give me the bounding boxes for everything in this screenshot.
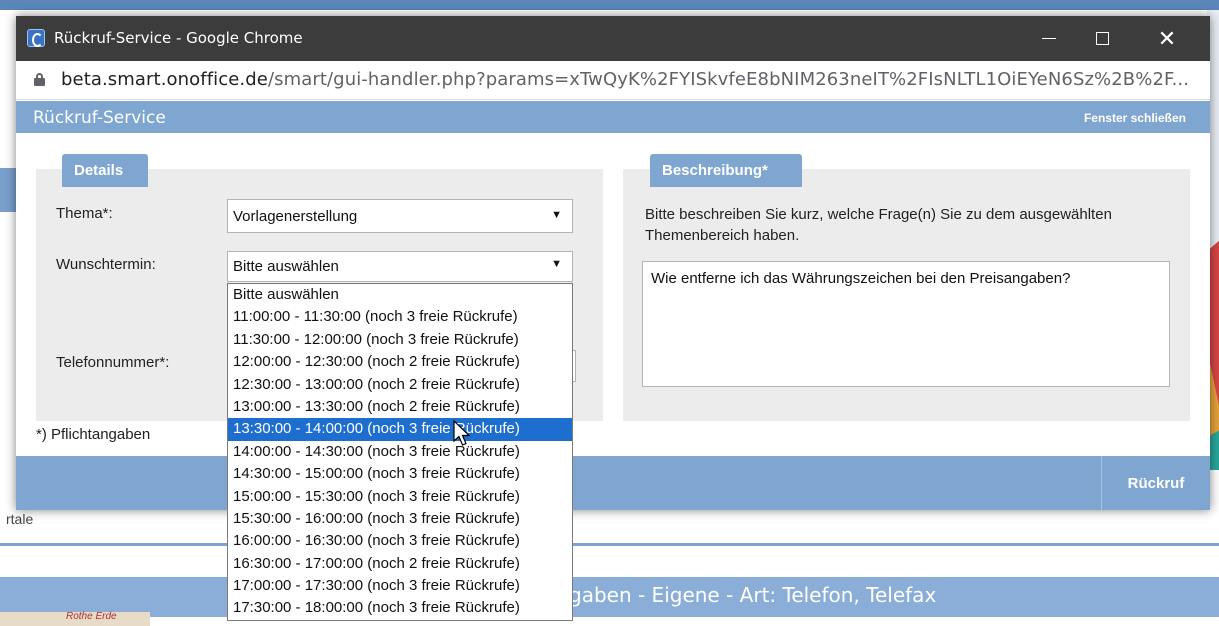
wunschtermin-select[interactable]: Bitte auswählen ▼ <box>227 251 573 282</box>
description-textarea[interactable]: Wie entferne ich das Währungszeichen bei… <box>642 261 1170 387</box>
close-icon: ✕ <box>1157 25 1177 51</box>
wunschtermin-option[interactable]: 14:00:00 - 14:30:00 (noch 3 freie Rückru… <box>228 441 572 463</box>
wunschtermin-option[interactable]: 15:00:00 - 15:30:00 (noch 3 freie Rückru… <box>228 486 572 508</box>
tab-details[interactable]: Details <box>62 154 148 187</box>
dialog-footer: Rückruf <box>16 456 1210 510</box>
background-top-bar <box>0 0 1219 10</box>
wunschtermin-option[interactable]: 11:30:00 - 12:00:00 (noch 3 freie Rückru… <box>228 329 572 351</box>
wunschtermin-option[interactable]: 12:30:00 - 13:00:00 (noch 2 freie Rückru… <box>228 374 572 396</box>
window-title: Rückruf-Service - Google Chrome <box>54 29 303 47</box>
dropdown-arrow-icon: ▼ <box>551 258 562 270</box>
rueckruf-button[interactable]: Rückruf <box>1102 456 1210 510</box>
background-divider <box>0 543 1219 546</box>
wunschtermin-option[interactable]: 16:30:00 - 17:00:00 (noch 2 freie Rückru… <box>228 553 572 575</box>
background-map-label: Rothe Erde <box>66 611 117 622</box>
mouse-cursor-icon <box>453 420 471 446</box>
url-path: /smart/gui-handler.php?params=xTwQyK%2FY… <box>267 69 1190 90</box>
window-titlebar[interactable]: Rückruf-Service - Google Chrome ✕ <box>16 16 1210 61</box>
wunschtermin-selected-value: Bitte auswählen <box>233 258 339 275</box>
maximize-button[interactable] <box>1079 16 1125 61</box>
url-host: beta.smart.onoffice.de <box>61 69 268 90</box>
wunschtermin-option[interactable]: 17:30:00 - 18:00:00 (noch 3 freie Rückru… <box>228 597 572 619</box>
lock-icon <box>34 73 45 86</box>
thema-label: Thema*: <box>56 205 113 222</box>
wunschtermin-option[interactable]: 13:00:00 - 13:30:00 (noch 2 freie Rückru… <box>228 396 572 418</box>
wunschtermin-options-list[interactable]: Bitte auswählen 11:00:00 - 11:30:00 (noch… <box>227 283 573 621</box>
wunschtermin-option[interactable]: 15:30:00 - 16:00:00 (noch 3 freie Rückru… <box>228 508 572 530</box>
close-dialog-link[interactable]: Fenster schließen <box>1084 111 1186 125</box>
wunschtermin-option[interactable]: 12:00:00 - 12:30:00 (noch 2 freie Rückru… <box>228 351 572 373</box>
required-fields-note: *) Pflichtangaben <box>36 426 151 443</box>
thema-select[interactable]: Vorlagenerstellung ▼ <box>227 199 573 233</box>
close-window-button[interactable]: ✕ <box>1144 16 1190 61</box>
description-prompt: Bitte beschreiben Sie kurz, welche Frage… <box>645 206 1112 244</box>
wunschtermin-option[interactable]: 13:30:00 - 14:00:00 (noch 3 freie Rückru… <box>228 418 572 441</box>
wunschtermin-option[interactable]: 16:00:00 - 16:30:00 (noch 3 freie Rückru… <box>228 530 572 552</box>
wunschtermin-option[interactable]: Bitte auswählen <box>228 284 572 306</box>
wunschtermin-label: Wunschtermin: <box>56 256 156 273</box>
minimize-icon <box>1042 38 1056 39</box>
url-text[interactable]: beta.smart.onoffice.de/smart/gui-handler… <box>61 69 1189 90</box>
background-portale-label: rtale <box>6 511 34 527</box>
wunschtermin-option[interactable]: 17:00:00 - 17:30:00 (noch 3 freie Rückru… <box>228 575 572 597</box>
minimize-button[interactable] <box>1026 16 1072 61</box>
wunschtermin-option[interactable]: 11:00:00 - 11:30:00 (noch 3 freie Rückru… <box>228 306 572 328</box>
dialog-title: Rückruf-Service <box>33 108 166 128</box>
address-bar[interactable]: beta.smart.onoffice.de/smart/gui-handler… <box>16 61 1210 100</box>
telefon-label: Telefonnummer*: <box>56 354 170 371</box>
maximize-icon <box>1095 32 1109 45</box>
background-section-title: gaben - Eigene - Art: Telefon, Telefax <box>569 583 937 607</box>
popup-window: Rückruf-Service - Google Chrome ✕ beta.s… <box>16 16 1210 510</box>
dialog-header: Rückruf-Service Fenster schließen <box>16 101 1210 133</box>
app-icon <box>27 29 45 47</box>
wunschtermin-option[interactable]: 14:30:00 - 15:00:00 (noch 3 freie Rückru… <box>228 463 572 485</box>
thema-selected-value: Vorlagenerstellung <box>233 208 358 225</box>
tab-description[interactable]: Beschreibung* <box>650 154 802 187</box>
dropdown-arrow-icon: ▼ <box>551 209 562 221</box>
